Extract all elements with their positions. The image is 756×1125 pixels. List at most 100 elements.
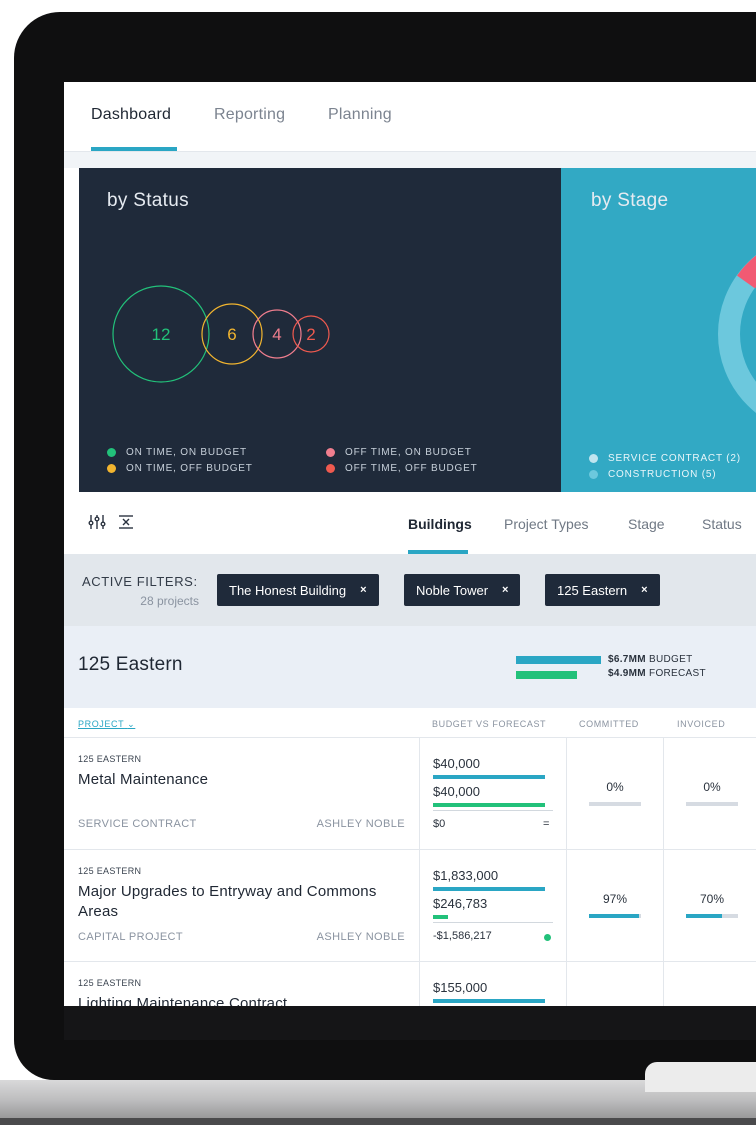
tab-stage[interactable]: Stage — [628, 516, 665, 532]
group-budget-bar — [516, 656, 601, 664]
tab-planning[interactable]: Planning — [328, 106, 392, 124]
close-icon[interactable]: × — [641, 584, 647, 596]
cell-divider — [663, 962, 664, 1006]
legend-dot — [107, 463, 116, 473]
committed-progress — [589, 802, 641, 806]
chip-label: Noble Tower — [416, 582, 489, 598]
cell-divider — [566, 962, 567, 1006]
legend-dot — [589, 469, 598, 479]
tab-buildings[interactable]: Buildings — [408, 516, 472, 532]
close-icon[interactable]: × — [502, 584, 508, 596]
legend-dot — [589, 453, 598, 463]
forecast-bar — [433, 803, 545, 807]
legend-label: OFF TIME, ON BUDGET — [345, 446, 472, 458]
bubble-label-4: 4 — [272, 325, 281, 344]
equal-icon: = — [543, 818, 550, 830]
chip-label: The Honest Building — [229, 582, 347, 598]
forecast-bar — [433, 915, 448, 919]
active-filters-bar: ACTIVE FILTERS: 28 projects The Honest B… — [64, 554, 756, 626]
row-invoiced: 0% — [703, 780, 721, 794]
row-variance: $0 — [433, 818, 446, 830]
sliders-icon[interactable] — [88, 514, 106, 534]
row-project-type: CAPITAL PROJECT — [78, 931, 184, 943]
cell-divider — [419, 738, 420, 849]
variance-divider — [433, 922, 553, 923]
filter-chip-125-eastern[interactable]: 125 Eastern × — [545, 574, 660, 606]
row-project-type: SERVICE CONTRACT — [78, 818, 197, 830]
legend-dot — [326, 463, 335, 473]
cell-divider — [663, 738, 664, 849]
group-budget-value: $6.7MM — [608, 654, 646, 665]
legend-item: OFF TIME, ON BUDGET — [326, 444, 477, 460]
legend-label: ON TIME, ON BUDGET — [126, 446, 247, 458]
header-label: PROJECT — [78, 719, 125, 729]
variance-divider — [433, 810, 553, 811]
table-row[interactable]: 125 EASTERN Lighting Maintenance Contrac… — [64, 962, 756, 1006]
laptop-opening-notch — [645, 1062, 756, 1092]
legend-label: CONSTRUCTION (5) — [608, 468, 717, 480]
group-title: 125 Eastern — [78, 654, 183, 675]
status-chart-panel: by Status 12 6 4 2 ON TIME, ON BUDGET ON… — [79, 168, 561, 492]
cell-divider — [566, 850, 567, 961]
chip-label: 125 Eastern — [557, 582, 628, 598]
filter-chip-honest-building[interactable]: The Honest Building × — [217, 574, 379, 606]
status-legend-right: OFF TIME, ON BUDGET OFF TIME, OFF BUDGET — [326, 444, 477, 476]
close-icon[interactable]: × — [360, 584, 366, 596]
view-toolbar: Buildings Project Types Stage Status — [64, 492, 756, 554]
legend-item: SERVICE CONTRACT (2) — [589, 450, 741, 466]
table-row[interactable]: 125 EASTERN Major Upgrades to Entryway a… — [64, 850, 756, 962]
row-forecast: $246,783 — [433, 896, 488, 911]
stage-chart-panel: by Stage SERVICE CONTRACT (2) CONSTRUCTI… — [561, 168, 756, 492]
tab-project-types[interactable]: Project Types — [504, 516, 589, 532]
bubble-label-12: 12 — [152, 325, 171, 344]
invoiced-progress — [686, 802, 738, 806]
row-project-name[interactable]: Major Upgrades to Entryway and Commons A… — [78, 882, 398, 922]
budget-vs-forecast-header[interactable]: BUDGET VS FORECAST — [432, 719, 546, 729]
bubble-label-6: 6 — [227, 325, 236, 344]
table-row[interactable]: 125 EASTERN Metal Maintenance SERVICE CO… — [64, 738, 756, 850]
nav-sub-strip — [64, 152, 756, 168]
row-project-name[interactable]: Lighting Maintenance Contract — [78, 994, 398, 1006]
row-budget: $155,000 — [433, 980, 488, 995]
row-building: 125 EASTERN — [78, 978, 142, 988]
filter-chip-noble-tower[interactable]: Noble Tower × — [404, 574, 521, 606]
row-building: 125 EASTERN — [78, 866, 142, 876]
committed-header[interactable]: COMMITTED — [579, 719, 639, 729]
row-project-name[interactable]: Metal Maintenance — [78, 770, 398, 790]
row-owner: ASHLEY NOBLE — [316, 818, 405, 830]
project-sort-header[interactable]: PROJECT ⌄ — [78, 719, 135, 730]
row-variance: -$1,586,217 — [433, 930, 492, 942]
group-forecast-text: $4.9MM FORECAST — [608, 668, 706, 679]
legend-item: OFF TIME, OFF BUDGET — [326, 460, 477, 476]
cell-divider — [566, 738, 567, 849]
tab-reporting[interactable]: Reporting — [214, 106, 285, 124]
tab-status[interactable]: Status — [702, 516, 742, 532]
legend-label: OFF TIME, OFF BUDGET — [345, 462, 478, 474]
row-budget: $40,000 — [433, 756, 480, 771]
laptop-bottom-bezel — [64, 1006, 756, 1040]
group-forecast-bar — [516, 671, 577, 679]
invoiced-progress — [686, 914, 738, 918]
invoiced-progress-fill — [686, 914, 723, 918]
budget-bar — [433, 887, 545, 891]
tab-dashboard[interactable]: Dashboard — [91, 106, 171, 124]
stage-legend: SERVICE CONTRACT (2) CONSTRUCTION (5) — [589, 450, 741, 482]
table-header: PROJECT ⌄ BUDGET VS FORECAST COMMITTED I… — [64, 708, 756, 738]
legend-label: ON TIME, OFF BUDGET — [126, 462, 253, 474]
active-filters-label: ACTIVE FILTERS: — [82, 574, 198, 589]
committed-progress-fill — [589, 914, 640, 918]
row-forecast: $40,000 — [433, 784, 480, 799]
project-count: 28 projects — [140, 594, 199, 608]
status-dot-icon — [544, 934, 551, 941]
collapse-icon[interactable] — [118, 514, 134, 534]
stage-donut-chart — [718, 255, 756, 413]
budget-bar — [433, 775, 545, 779]
status-legend-left: ON TIME, ON BUDGET ON TIME, OFF BUDGET — [107, 444, 253, 476]
group-forecast-value: $4.9MM — [608, 668, 646, 679]
committed-progress — [589, 914, 641, 918]
cell-divider — [419, 850, 420, 961]
legend-item: ON TIME, ON BUDGET — [107, 444, 253, 460]
group-budget-text: $6.7MM BUDGET — [608, 654, 693, 665]
invoiced-header[interactable]: INVOICED — [677, 719, 725, 729]
legend-dot — [326, 447, 335, 457]
